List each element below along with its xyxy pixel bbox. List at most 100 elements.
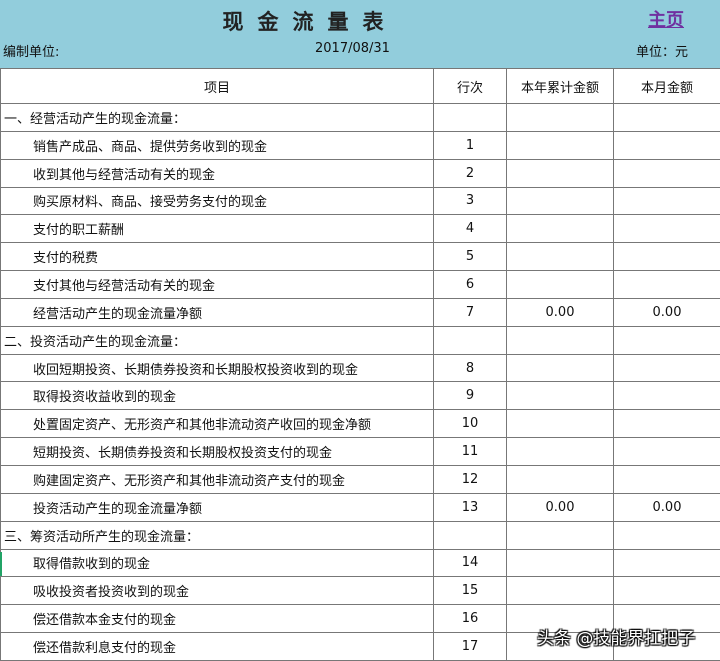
cell-ytd[interactable] <box>507 382 614 410</box>
cell-month[interactable] <box>614 354 720 382</box>
cell-line[interactable]: 16 <box>434 605 507 633</box>
cell-item[interactable]: 投资活动产生的现金流量净额 <box>1 493 434 521</box>
cell-line[interactable]: 2 <box>434 159 507 187</box>
cell-line[interactable]: 7 <box>434 298 507 326</box>
cell-line[interactable]: 5 <box>434 243 507 271</box>
cell-item[interactable]: 销售产成品、商品、提供劳务收到的现金 <box>1 131 434 159</box>
table-row: 投资活动产生的现金流量净额130.000.00 <box>1 493 720 521</box>
cell-line[interactable]: 1 <box>434 131 507 159</box>
table-row: 购建固定资产、无形资产和其他非流动资产支付的现金12 <box>1 465 720 493</box>
cell-ytd[interactable] <box>507 465 614 493</box>
page-title: 现金流量表 <box>0 6 620 36</box>
report-date: 2017/08/31 <box>315 41 390 56</box>
table-row: 一、经营活动产生的现金流量： <box>1 104 720 132</box>
cell-ytd[interactable] <box>507 521 614 549</box>
cell-month[interactable] <box>614 271 720 299</box>
cell-line[interactable] <box>434 326 507 354</box>
cell-ytd[interactable] <box>507 187 614 215</box>
cell-line[interactable]: 15 <box>434 577 507 605</box>
cell-ytd[interactable] <box>507 549 614 577</box>
table-row: 收回短期投资、长期债券投资和长期股权投资收到的现金8 <box>1 354 720 382</box>
cell-item[interactable]: 购买原材料、商品、接受劳务支付的现金 <box>1 187 434 215</box>
cash-flow-table: 项目 行次 本年累计金额 本月金额 一、经营活动产生的现金流量：销售产成品、商品… <box>0 68 720 661</box>
cell-ytd[interactable] <box>507 159 614 187</box>
table-row: 支付的职工薪酬4 <box>1 215 720 243</box>
cell-item[interactable]: 三、筹资活动所产生的现金流量： <box>1 521 434 549</box>
cell-item[interactable]: 短期投资、长期债券投资和长期股权投资支付的现金 <box>1 438 434 466</box>
table-row: 销售产成品、商品、提供劳务收到的现金1 <box>1 131 720 159</box>
cell-ytd[interactable] <box>507 215 614 243</box>
cell-item[interactable]: 取得投资收益收到的现金 <box>1 382 434 410</box>
home-link[interactable]: 主页 <box>648 6 684 32</box>
cell-item[interactable]: 经营活动产生的现金流量净额 <box>1 298 434 326</box>
cell-month[interactable] <box>614 521 720 549</box>
cell-month[interactable]: 0.00 <box>614 298 720 326</box>
cell-month[interactable] <box>614 465 720 493</box>
cell-month[interactable] <box>614 438 720 466</box>
cell-month[interactable] <box>614 410 720 438</box>
cell-ytd[interactable] <box>507 410 614 438</box>
cell-month[interactable] <box>614 243 720 271</box>
cell-line[interactable]: 8 <box>434 354 507 382</box>
cell-month[interactable] <box>614 215 720 243</box>
cell-item[interactable]: 二、投资活动产生的现金流量： <box>1 326 434 354</box>
col-header-line: 行次 <box>434 69 507 104</box>
cell-month[interactable] <box>614 549 720 577</box>
cell-item[interactable]: 支付的税费 <box>1 243 434 271</box>
table-row: 吸收投资者投资收到的现金15 <box>1 577 720 605</box>
table-row: 三、筹资活动所产生的现金流量： <box>1 521 720 549</box>
cell-month[interactable] <box>614 187 720 215</box>
cell-item[interactable]: 购建固定资产、无形资产和其他非流动资产支付的现金 <box>1 465 434 493</box>
cell-ytd[interactable]: 0.00 <box>507 298 614 326</box>
cell-item[interactable]: 支付其他与经营活动有关的现金 <box>1 271 434 299</box>
table-row: 二、投资活动产生的现金流量： <box>1 326 720 354</box>
cell-item[interactable]: 支付的职工薪酬 <box>1 215 434 243</box>
cell-ytd[interactable] <box>507 271 614 299</box>
cell-ytd[interactable] <box>507 104 614 132</box>
cell-month[interactable] <box>614 577 720 605</box>
cell-line[interactable] <box>434 521 507 549</box>
cell-line[interactable]: 4 <box>434 215 507 243</box>
cell-month[interactable] <box>614 104 720 132</box>
cell-month[interactable] <box>614 159 720 187</box>
cell-month[interactable] <box>614 131 720 159</box>
table-row: 经营活动产生的现金流量净额70.000.00 <box>1 298 720 326</box>
cell-month[interactable] <box>614 382 720 410</box>
cell-line[interactable]: 11 <box>434 438 507 466</box>
cell-item[interactable]: 偿还借款利息支付的现金 <box>1 633 434 661</box>
unit-label: 单位：元 <box>636 41 688 60</box>
cell-ytd[interactable]: 0.00 <box>507 493 614 521</box>
cell-item[interactable]: 偿还借款本金支付的现金 <box>1 605 434 633</box>
table-row: 购买原材料、商品、接受劳务支付的现金3 <box>1 187 720 215</box>
cell-item[interactable]: 一、经营活动产生的现金流量： <box>1 104 434 132</box>
cell-line[interactable]: 13 <box>434 493 507 521</box>
cell-line[interactable]: 9 <box>434 382 507 410</box>
cell-item[interactable]: 取得借款收到的现金 <box>1 549 434 577</box>
cell-ytd[interactable] <box>507 131 614 159</box>
cell-item[interactable]: 处置固定资产、无形资产和其他非流动资产收回的现金净额 <box>1 410 434 438</box>
table-header-row: 项目 行次 本年累计金额 本月金额 <box>1 69 720 104</box>
col-header-item: 项目 <box>1 69 434 104</box>
table-row: 短期投资、长期债券投资和长期股权投资支付的现金11 <box>1 438 720 466</box>
cell-line[interactable]: 3 <box>434 187 507 215</box>
cell-item[interactable]: 收到其他与经营活动有关的现金 <box>1 159 434 187</box>
cell-line[interactable]: 10 <box>434 410 507 438</box>
cell-line[interactable]: 12 <box>434 465 507 493</box>
cell-ytd[interactable] <box>507 243 614 271</box>
cell-line[interactable]: 14 <box>434 549 507 577</box>
cell-line[interactable]: 17 <box>434 633 507 661</box>
cell-item[interactable]: 收回短期投资、长期债券投资和长期股权投资收到的现金 <box>1 354 434 382</box>
report-header: 现金流量表 主页 编制单位: 2017/08/31 单位：元 <box>0 0 720 68</box>
cell-ytd[interactable] <box>507 354 614 382</box>
cell-item[interactable]: 吸收投资者投资收到的现金 <box>1 577 434 605</box>
cell-line[interactable]: 6 <box>434 271 507 299</box>
col-header-month: 本月金额 <box>614 69 720 104</box>
table-row: 支付其他与经营活动有关的现金6 <box>1 271 720 299</box>
cell-ytd[interactable] <box>507 438 614 466</box>
cell-line[interactable] <box>434 104 507 132</box>
cell-month[interactable] <box>614 326 720 354</box>
cell-ytd[interactable] <box>507 577 614 605</box>
cell-month[interactable]: 0.00 <box>614 493 720 521</box>
col-header-ytd: 本年累计金额 <box>507 69 614 104</box>
cell-ytd[interactable] <box>507 326 614 354</box>
